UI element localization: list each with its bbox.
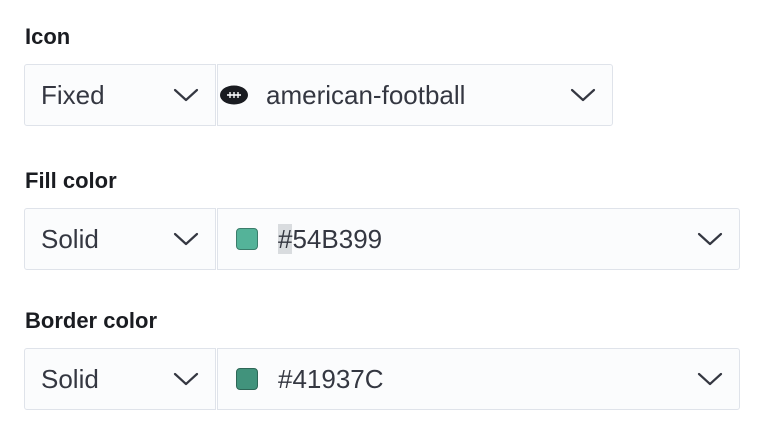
icon-mode-value: Fixed (41, 79, 105, 110)
fill-color-label: Fill color (25, 168, 117, 193)
chevron-down-icon (697, 372, 723, 386)
chevron-down-icon (697, 232, 723, 246)
icon-value-text: american-football (266, 79, 466, 110)
border-color-mode-value: Solid (41, 363, 99, 394)
icon-mode-select[interactable]: Fixed (24, 64, 216, 126)
border-color-swatch[interactable] (236, 368, 258, 390)
border-color-label: Border color (25, 308, 158, 333)
border-color-row: Solid #41937C (24, 348, 740, 410)
border-color-input[interactable]: #41937C (217, 348, 740, 410)
fill-color-hex: 54B399 (292, 223, 383, 254)
fill-color-mode-select[interactable]: Solid (24, 208, 216, 270)
icon-row: Fixed american-football (24, 64, 613, 126)
fill-color-input[interactable]: #54B399 (217, 208, 740, 270)
chevron-down-icon (570, 88, 596, 102)
chevron-down-icon (173, 88, 199, 102)
icon-value-select[interactable]: american-football (217, 64, 613, 126)
fill-color-swatch[interactable] (236, 228, 258, 250)
fill-color-row: Solid #54B399 (24, 208, 740, 270)
fill-color-value[interactable]: #54B399 (278, 223, 697, 255)
fill-color-mode-value: Solid (41, 223, 99, 254)
american-football-icon (220, 85, 248, 105)
style-properties-panel: Icon Fixed american-football Fill color (0, 0, 768, 442)
chevron-down-icon (173, 372, 199, 386)
border-color-mode-select[interactable]: Solid (24, 348, 216, 410)
chevron-down-icon (173, 232, 199, 246)
border-color-value[interactable]: #41937C (278, 364, 697, 395)
fill-color-hash-selection: # (278, 223, 293, 254)
icon-label: Icon (25, 24, 71, 49)
